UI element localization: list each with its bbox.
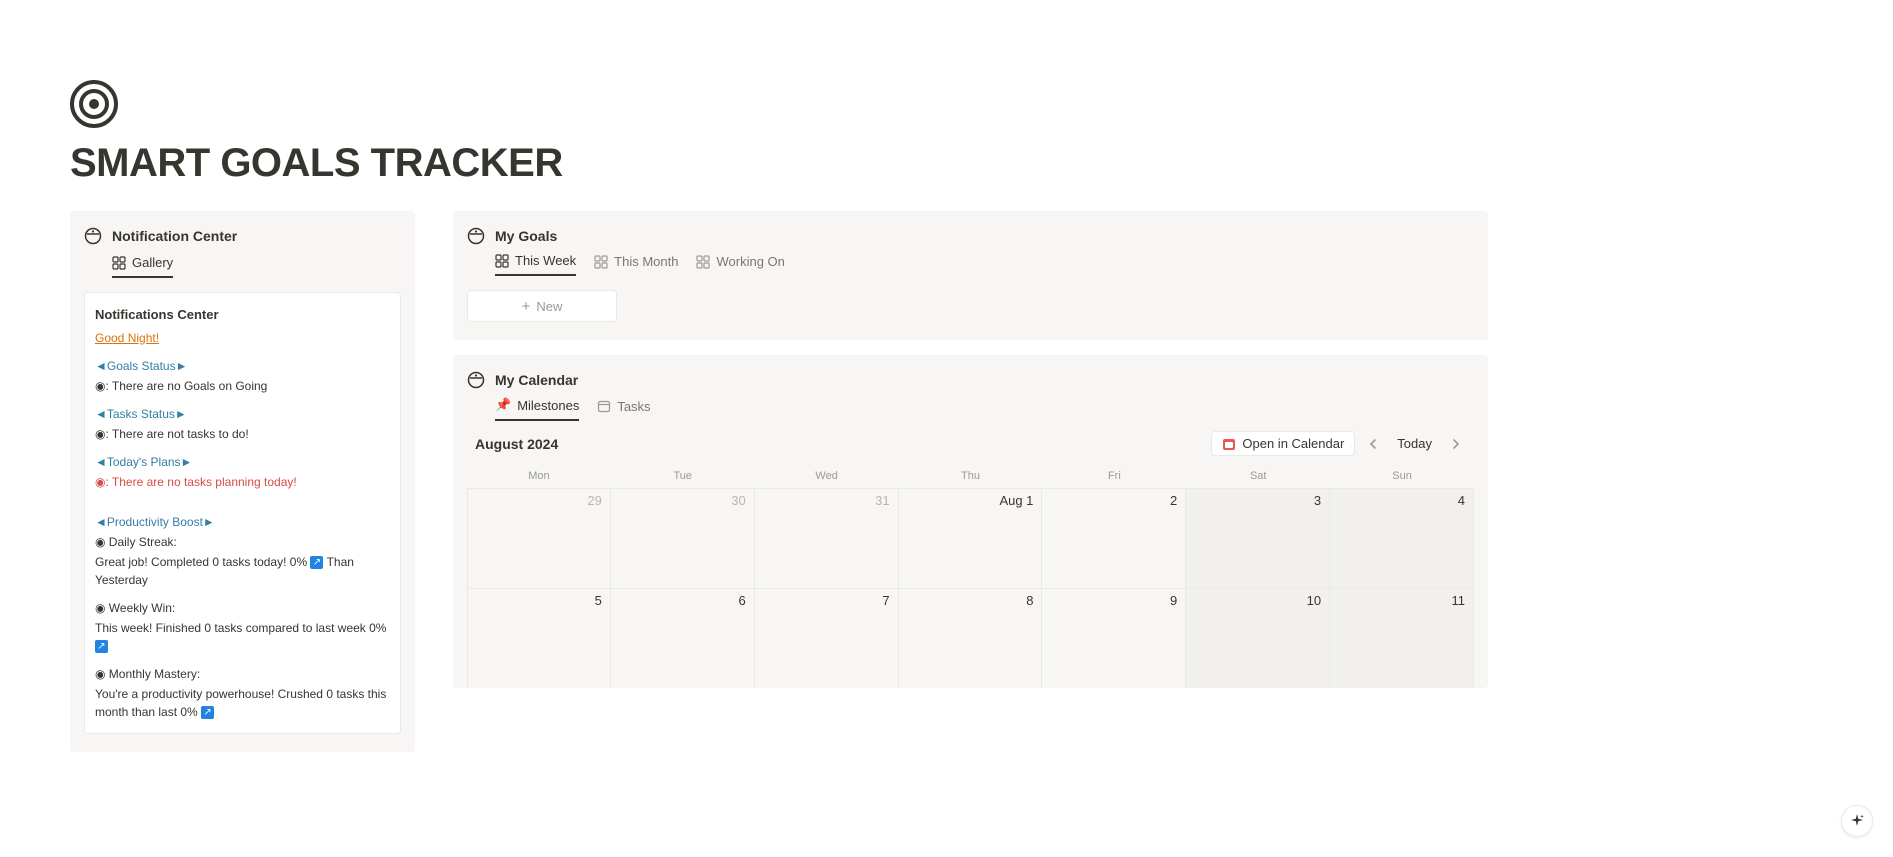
calendar-weekday-header: Sun [1330,464,1474,488]
sparkle-icon [1849,813,1865,829]
calendar-day-cell[interactable]: 2 [1042,488,1186,588]
tab-tasks[interactable]: Tasks [597,397,650,421]
calendar-today-button[interactable]: Today [1391,436,1438,451]
arrow-up-icon: ↗ [201,706,214,719]
calendar-month-label: August 2024 [475,436,558,452]
calendar-day-cell[interactable]: 3 [1186,488,1330,588]
notion-page-icon [467,227,485,245]
tasks-status-label: ◄Tasks Status► [95,405,390,423]
calendar-day-cell[interactable]: 11 [1330,588,1474,688]
page-icon-target [70,80,1823,131]
productivity-boost-label: ◄Productivity Boost► [95,513,390,531]
weekly-win-label: ◉ Weekly Win: [95,599,390,617]
todays-plans-label: ◄Today's Plans► [95,453,390,471]
notification-center-block: Notification Center Gallery Notif [70,211,415,752]
greeting-text: Good Night! [95,329,390,347]
todays-plans-text: ◉: There are no tasks planning today! [95,473,390,491]
calendar-next-button[interactable] [1446,434,1466,454]
calendar-day-cell[interactable]: 31 [755,488,899,588]
calendar-day-cell[interactable]: Aug 1 [899,488,1043,588]
calendar-weekday-header: Thu [899,464,1043,488]
my-goals-block: My Goals This Week [453,211,1488,340]
monthly-mastery-label: ◉ Monthly Mastery: [95,665,390,683]
calendar-red-icon [1222,437,1236,451]
calendar-weekday-header: Sat [1186,464,1330,488]
tab-this-month[interactable]: This Month [594,253,678,276]
tab-gallery[interactable]: Gallery [112,255,173,278]
notification-header: Notification Center [84,225,401,253]
calendar-day-cell[interactable]: 9 [1042,588,1186,688]
daily-streak-label: ◉ Daily Streak: [95,533,390,551]
ai-assistant-button[interactable] [1841,805,1873,837]
my-calendar-header: My Calendar [467,369,1474,397]
calendar-day-cell[interactable]: 10 [1186,588,1330,688]
calendar-day-cell[interactable]: 29 [467,488,611,588]
tab-working-on[interactable]: Working On [696,253,784,276]
my-goals-header: My Goals [467,225,1474,253]
notion-page-icon [84,227,102,245]
calendar-day-cell[interactable]: 30 [611,488,755,588]
calendar-day-cell[interactable]: 8 [899,588,1043,688]
notion-page-icon [467,371,485,389]
calendar-weekday-header: Wed [755,464,899,488]
calendar-icon [597,399,611,413]
gallery-icon [495,254,509,268]
tab-milestones[interactable]: 📌 Milestones [495,397,579,421]
gallery-icon [594,255,608,269]
chevron-left-icon [1367,438,1379,450]
new-goal-button[interactable]: + New [467,290,617,322]
plus-icon: + [522,298,531,315]
monthly-mastery-text: You're a productivity powerhouse! Crushe… [95,685,390,721]
calendar-day-cell[interactable]: 5 [467,588,611,688]
arrow-up-icon: ↗ [310,556,323,569]
calendar-day-cell[interactable]: 6 [611,588,755,688]
open-in-calendar-button[interactable]: Open in Calendar [1211,431,1355,456]
page-title: SMART GOALS TRACKER [70,141,1823,186]
tasks-status-text: ◉: There are not tasks to do! [95,425,390,443]
gallery-icon [112,256,126,270]
calendar-day-cell[interactable]: 4 [1330,488,1474,588]
calendar-weekday-header: Mon [467,464,611,488]
tab-this-week[interactable]: This Week [495,253,576,276]
chevron-right-icon [1450,438,1462,450]
calendar-weekday-header: Tue [611,464,755,488]
arrow-up-icon: ↗ [95,640,108,653]
my-calendar-block: My Calendar 📌 Milestones Tasks [453,355,1488,688]
notification-card[interactable]: Notifications Center Good Night! ◄Goals … [84,292,401,734]
calendar-weekday-header: Fri [1042,464,1186,488]
daily-streak-text: Great job! Completed 0 tasks today! 0% ↗… [95,553,390,589]
calendar-day-cell[interactable]: 7 [755,588,899,688]
gallery-icon [696,255,710,269]
calendar-prev-button[interactable] [1363,434,1383,454]
goals-status-label: ◄Goals Status► [95,357,390,375]
notification-card-title: Notifications Center [95,305,390,325]
pin-icon: 📌 [495,397,511,413]
goals-status-text: ◉: There are no Goals on Going [95,377,390,395]
weekly-win-text: This week! Finished 0 tasks compared to … [95,619,390,655]
